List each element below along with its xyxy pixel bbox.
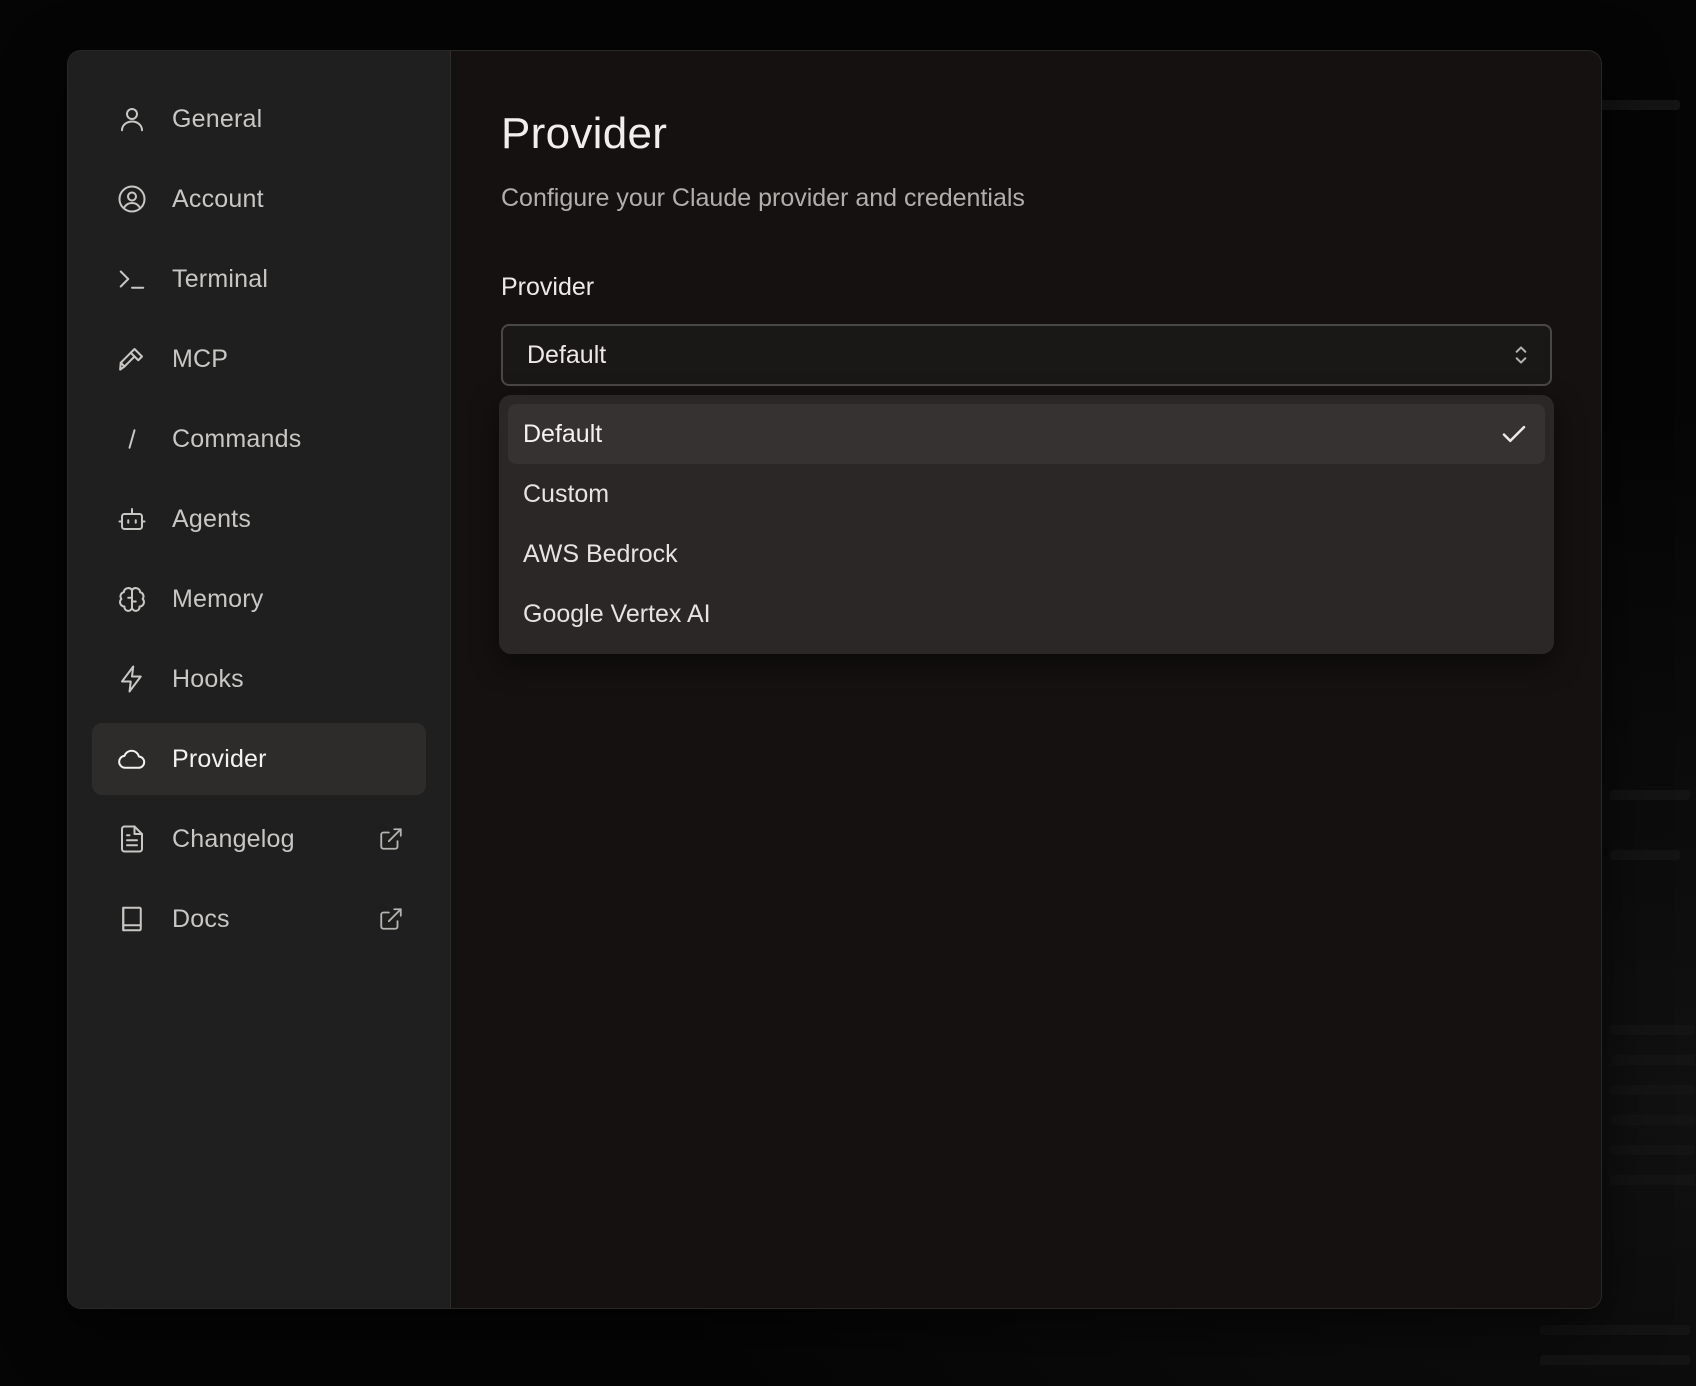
provider-option-custom[interactable]: Custom	[508, 464, 1545, 524]
option-label: Default	[523, 419, 603, 448]
provider-field-label: Provider	[501, 273, 595, 301]
provider-select-value: Default	[527, 340, 607, 369]
background-text	[1610, 1055, 1695, 1065]
cloud-icon	[116, 743, 148, 775]
sidebar-item-provider[interactable]: Provider	[92, 723, 426, 795]
hammer-icon	[116, 343, 148, 375]
sidebar-item-memory[interactable]: Memory	[92, 563, 426, 635]
sidebar-item-label: General	[172, 104, 263, 133]
background-text	[1610, 850, 1680, 860]
background-text	[1610, 1115, 1695, 1125]
background-text	[1610, 1085, 1695, 1095]
sidebar-item-commands[interactable]: Commands	[92, 403, 426, 475]
sidebar-item-label: MCP	[172, 344, 229, 373]
slash-icon	[116, 423, 148, 455]
sidebar-item-docs[interactable]: Docs	[92, 883, 426, 955]
settings-sidebar: General Account Terminal MCP Commands Ag…	[68, 51, 451, 1308]
user-circle-icon	[116, 183, 148, 215]
option-label: AWS Bedrock	[523, 539, 678, 568]
background-text	[1540, 1355, 1690, 1365]
sidebar-item-label: Agents	[172, 504, 252, 533]
background-text	[1610, 1025, 1695, 1035]
provider-select[interactable]: Default	[501, 324, 1552, 386]
sidebar-item-agents[interactable]: Agents	[92, 483, 426, 555]
sidebar-item-label: Provider	[172, 744, 267, 773]
option-label: Custom	[523, 479, 610, 508]
page-subtitle: Configure your Claude provider and crede…	[501, 184, 1025, 212]
external-link-icon	[378, 826, 404, 852]
sidebar-item-label: Hooks	[172, 664, 244, 693]
document-icon	[116, 823, 148, 855]
external-link-icon	[378, 906, 404, 932]
page-title: Provider	[501, 109, 668, 158]
book-icon	[116, 903, 148, 935]
sidebar-item-mcp[interactable]: MCP	[92, 323, 426, 395]
sidebar-item-changelog[interactable]: Changelog	[92, 803, 426, 875]
settings-dialog: General Account Terminal MCP Commands Ag…	[67, 50, 1602, 1309]
background-text	[1590, 100, 1680, 110]
sidebar-item-label: Account	[172, 184, 264, 213]
brain-icon	[116, 583, 148, 615]
sidebar-item-label: Terminal	[172, 264, 269, 293]
settings-content: Provider Configure your Claude provider …	[451, 51, 1601, 1308]
option-label: Google Vertex AI	[523, 599, 711, 628]
background-text	[1610, 1175, 1695, 1185]
sidebar-item-label: Docs	[172, 904, 230, 933]
terminal-icon	[116, 263, 148, 295]
robot-icon	[116, 503, 148, 535]
background-text	[1540, 1325, 1690, 1335]
sidebar-item-terminal[interactable]: Terminal	[92, 243, 426, 315]
sidebar-item-label: Memory	[172, 584, 264, 613]
sidebar-item-label: Changelog	[172, 824, 295, 853]
lightning-icon	[116, 663, 148, 695]
sidebar-item-general[interactable]: General	[92, 83, 426, 155]
sidebar-item-label: Commands	[172, 424, 302, 453]
check-icon	[1499, 419, 1529, 449]
provider-dropdown-menu: Default Custom AWS Bedrock Google Vertex…	[499, 395, 1554, 654]
chevron-up-down-icon	[1510, 342, 1532, 368]
sidebar-item-account[interactable]: Account	[92, 163, 426, 235]
provider-option-aws-bedrock[interactable]: AWS Bedrock	[508, 524, 1545, 584]
provider-option-google-vertex-ai[interactable]: Google Vertex AI	[508, 584, 1545, 644]
sidebar-item-hooks[interactable]: Hooks	[92, 643, 426, 715]
background-text	[1610, 1145, 1695, 1155]
provider-option-default[interactable]: Default	[508, 404, 1545, 464]
user-icon	[116, 103, 148, 135]
background-text	[1610, 790, 1690, 800]
